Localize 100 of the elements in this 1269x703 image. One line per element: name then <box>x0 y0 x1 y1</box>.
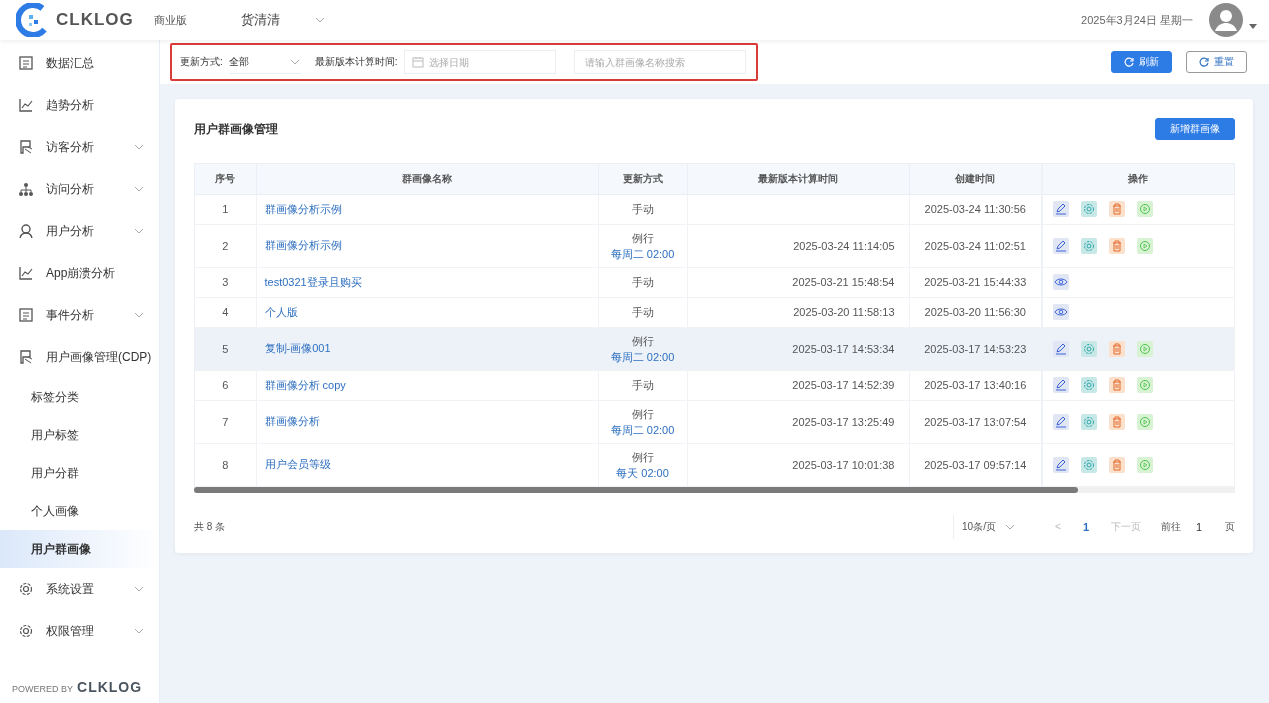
date-picker[interactable]: 选择日期 <box>403 50 556 74</box>
name-link[interactable]: 个人版 <box>264 305 298 318</box>
avatar-icon[interactable] <box>1209 3 1243 37</box>
table-row-highlight[interactable]: 5 复制-画像001 例行 每周二 02:00 2025-03-17 14:53:34 2025-03-17 14:53:23 <box>195 327 1234 370</box>
play-icon[interactable] <box>1137 413 1153 430</box>
edit-icon[interactable] <box>1053 377 1069 393</box>
sidebar-item[interactable]: 系统设置 <box>0 568 159 610</box>
name-link[interactable]: 群画像分析示例 <box>264 202 342 215</box>
sidebar-item[interactable]: 用户分析 <box>0 210 159 252</box>
view-icon[interactable] <box>1053 274 1069 290</box>
edit-icon[interactable] <box>1053 340 1069 357</box>
name-link[interactable]: 群画像分析 copy <box>264 378 346 391</box>
play-icon[interactable] <box>1137 377 1153 393</box>
table-cell: 7 <box>222 415 229 428</box>
delete-icon[interactable] <box>1109 340 1125 357</box>
user-icon <box>18 223 34 239</box>
sidebar-item[interactable]: 事件分析 <box>0 294 159 336</box>
delete-icon[interactable] <box>1109 413 1125 430</box>
page-suffix: 页 <box>1225 519 1235 534</box>
delete-icon[interactable] <box>1109 237 1125 254</box>
sidebar-item[interactable]: 访问分析 <box>0 168 159 210</box>
table-cell-text: 例行 <box>631 406 654 422</box>
delete-icon[interactable] <box>1109 456 1125 473</box>
name-link[interactable]: 复制-画像001 <box>264 342 331 354</box>
settings-icon[interactable] <box>1081 340 1097 357</box>
table-cell-text: 手动 <box>631 305 654 320</box>
sidebar-item[interactable]: 用户画像管理(CDP) <box>0 336 159 378</box>
edit-icon[interactable] <box>1053 237 1069 254</box>
table-cell: 2025-03-24 11:02:51 <box>924 239 1026 252</box>
sidebar-item[interactable]: 数据汇总 <box>0 42 159 84</box>
table-cell: 4 <box>222 306 229 318</box>
add-button[interactable]: 新增群画像 <box>1155 118 1235 140</box>
sidebar-subitem[interactable]: 个人画像 <box>0 492 159 530</box>
line-chart-icon <box>18 97 34 113</box>
settings-icon[interactable] <box>1081 377 1097 393</box>
table-cell: 2025-03-20 11:58:13 <box>793 306 895 318</box>
name-link[interactable]: 群画像分析 <box>264 415 320 427</box>
line-chart-icon <box>18 265 34 281</box>
play-icon[interactable] <box>1137 456 1153 473</box>
caret-down-icon[interactable] <box>1249 24 1257 30</box>
delete-icon[interactable] <box>1109 377 1125 393</box>
edit-icon[interactable] <box>1053 201 1069 217</box>
edit-icon[interactable] <box>1053 456 1069 473</box>
schedule-text: 每周二 02:00 <box>610 246 675 262</box>
mode-select[interactable]: 全部 <box>228 50 301 74</box>
column-header: 最新版本计算时间 <box>687 164 909 194</box>
table-cell: 2025-03-17 13:40:16 <box>924 379 1027 391</box>
sidebar-subitem[interactable]: 用户分群 <box>0 454 159 492</box>
footer-logo-text: CLKLOG <box>77 679 143 695</box>
sidebar-item[interactable]: 访客分析 <box>0 126 159 168</box>
table-cell: 2025-03-17 09:57:14 <box>924 458 1027 471</box>
document-icon <box>18 55 34 71</box>
calendar-icon <box>411 56 424 68</box>
column-header: 更新方式 <box>598 164 687 194</box>
settings-icon[interactable] <box>1081 201 1097 217</box>
delete-icon[interactable] <box>1109 201 1125 217</box>
table-cell: 8 <box>222 458 229 471</box>
scrollbar-thumb[interactable] <box>194 486 1078 493</box>
sidebar-item[interactable]: App崩溃分析 <box>0 252 159 294</box>
table-cell-text: 手动 <box>631 275 654 290</box>
schedule-text: 每天 02:00 <box>616 465 669 481</box>
view-icon[interactable] <box>1053 304 1069 320</box>
sidebar-subitem[interactable]: 用户标签 <box>0 416 159 454</box>
column-header: 创建时间 <box>909 164 1042 194</box>
schedule-text: 每周二 02:00 <box>610 349 675 365</box>
settings-icon[interactable] <box>1081 237 1097 254</box>
card-title: 用户群画像管理 <box>194 120 278 138</box>
name-link[interactable]: test0321登录且购买 <box>264 275 362 288</box>
total-count: 共 8 条 <box>194 519 226 534</box>
flag-icon <box>18 349 34 365</box>
table-cell: 3 <box>222 276 229 288</box>
table-cell: 2025-03-17 13:07:54 <box>924 415 1027 428</box>
column-header: 序号 <box>195 164 256 194</box>
settings-icon[interactable] <box>1081 456 1097 473</box>
reset-button[interactable]: 重置 <box>1186 51 1247 73</box>
name-link[interactable]: 群画像分析示例 <box>264 239 342 251</box>
gear-icon <box>18 623 34 639</box>
refresh-icon <box>1124 57 1134 67</box>
refresh-button[interactable]: 刷新 <box>1111 51 1172 73</box>
settings-icon[interactable] <box>1081 413 1097 430</box>
sidebar-subitem[interactable]: 标签分类 <box>0 378 159 416</box>
edit-icon[interactable] <box>1053 413 1069 430</box>
table-cell: 1 <box>222 203 229 215</box>
project-select[interactable]: 货清清 <box>240 11 326 29</box>
reset-icon <box>1199 57 1209 67</box>
flag-icon <box>18 139 34 155</box>
table-cell: 6 <box>222 379 229 391</box>
table-cell-text: 例行 <box>631 449 654 465</box>
search-field[interactable]: 请输入群画像名称搜索 <box>573 50 746 74</box>
play-icon[interactable] <box>1137 340 1153 357</box>
sidebar-item[interactable]: 权限管理 <box>0 610 159 652</box>
page-size-select[interactable]: 10条/页 <box>953 514 1030 539</box>
filter-label: 最新版本计算时间: <box>314 55 398 69</box>
name-link[interactable]: 用户会员等级 <box>264 458 331 470</box>
table-cell-text: 手动 <box>631 378 654 393</box>
page-number[interactable]: 1 <box>1072 520 1099 533</box>
play-icon[interactable] <box>1137 237 1153 254</box>
sidebar-item[interactable]: 趋势分析 <box>0 84 159 126</box>
filter-label: 更新方式: <box>180 55 223 69</box>
play-icon[interactable] <box>1137 201 1153 217</box>
